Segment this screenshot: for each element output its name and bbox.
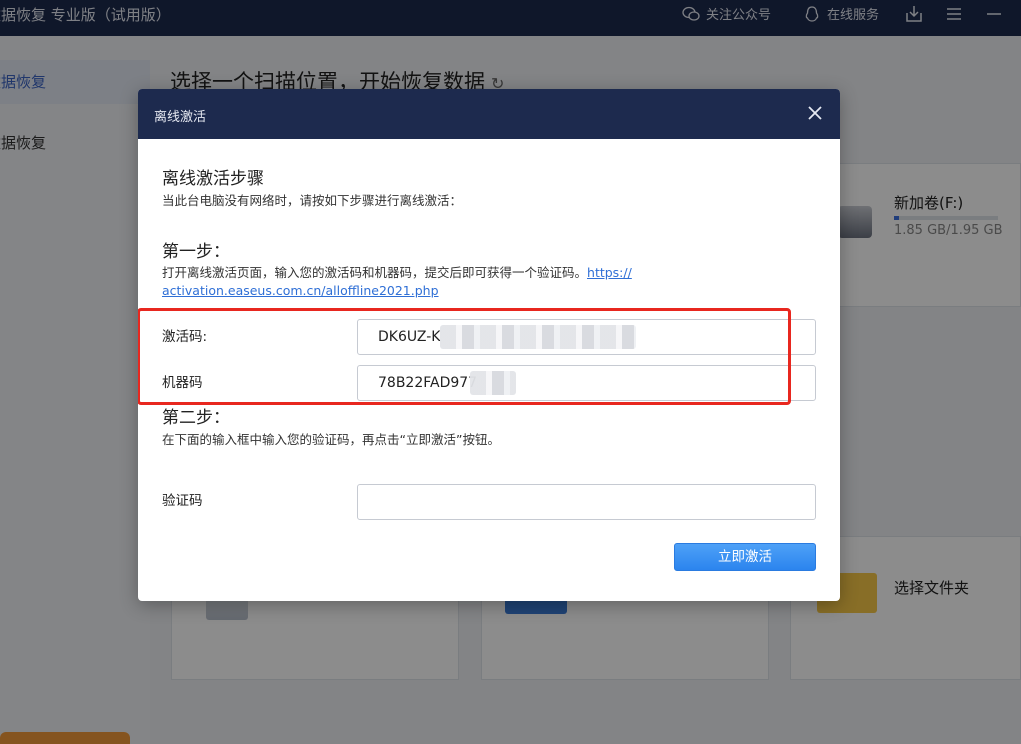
close-icon[interactable]: [806, 104, 824, 122]
redacted-machine-code: [470, 371, 516, 395]
activation-link-part1[interactable]: https://: [587, 265, 632, 280]
verify-code-field[interactable]: [357, 484, 816, 520]
activation-link-line: activation.easeus.com.cn/alloffline2021.…: [162, 283, 439, 298]
step1-text: 打开离线激活页面，输入您的激活码和机器码，提交后即可获得一个验证码。: [162, 265, 588, 280]
step1-title: 第一步：: [162, 242, 230, 262]
steps-title: 离线激活步骤: [162, 169, 264, 189]
verify-code-label: 验证码: [162, 493, 203, 509]
step2-title: 第二步：: [162, 408, 230, 428]
machine-code-field[interactable]: [357, 365, 816, 401]
dialog-header: 离线激活: [138, 89, 840, 139]
steps-description: 当此台电脑没有网络时，请按如下步骤进行离线激活：: [162, 193, 463, 208]
dialog-title: 离线激活: [154, 110, 207, 125]
redacted-activation-code: [440, 325, 636, 349]
step1-description: 打开离线激活页面，输入您的激活码和机器码，提交后即可获得一个验证码。https:…: [162, 262, 632, 281]
activation-code-label: 激活码:: [162, 329, 208, 345]
step2-description: 在下面的输入框中输入您的验证码，再点击“立即激活”按钮。: [162, 432, 500, 447]
activate-now-button[interactable]: 立即激活: [674, 543, 816, 571]
offline-activation-dialog: 离线激活 离线激活步骤 当此台电脑没有网络时，请按如下步骤进行离线激活： 第一步…: [138, 89, 840, 601]
activation-link[interactable]: activation.easeus.com.cn/alloffline2021.…: [162, 283, 439, 298]
machine-code-label: 机器码: [162, 375, 203, 391]
